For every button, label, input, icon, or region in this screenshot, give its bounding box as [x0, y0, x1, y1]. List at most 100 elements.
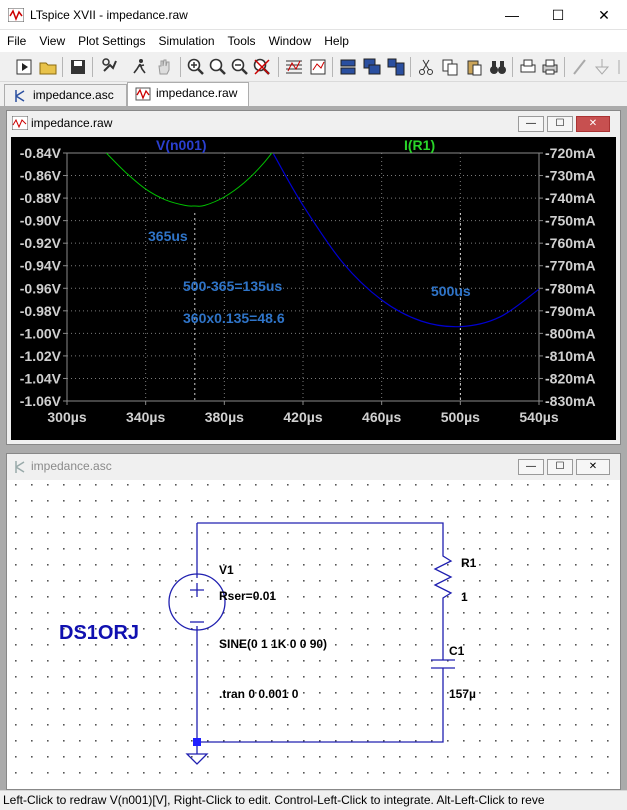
c1-value[interactable]: 157µ [449, 687, 476, 701]
y-right-tick-label: -750mA [545, 213, 596, 229]
menu-file[interactable]: File [0, 30, 32, 52]
tile-horizontal-icon[interactable] [338, 57, 358, 77]
schematic-icon [15, 90, 25, 102]
schematic-minimize-button[interactable]: — [518, 459, 544, 475]
plot-area[interactable]: -0.84V -0.86V -0.88V -0.90V -0.92V -0.94V -0.9… [11, 137, 616, 440]
y-right-tick-label: -780mA [545, 280, 596, 296]
window-title: LTspice XVII - impedance.raw [30, 8, 188, 22]
toolbar-separator [62, 57, 63, 77]
y-right-tick-label: -730mA [545, 168, 596, 184]
ltspice-app-icon [8, 8, 24, 22]
cut-icon[interactable] [416, 57, 436, 77]
run-icon[interactable] [14, 57, 34, 77]
toolbar-overflow-icon[interactable] [612, 57, 627, 77]
ground-node-square[interactable] [193, 738, 201, 746]
r1-value[interactable]: 1 [461, 590, 468, 604]
menu-help[interactable]: Help [317, 30, 355, 52]
plot-restore-button[interactable]: ☐ [547, 116, 573, 132]
schematic-window-titlebar: impedance.asc — ☐ ✕ [7, 454, 620, 480]
paste-icon[interactable] [464, 57, 484, 77]
y-right-tick-label: -770mA [545, 258, 596, 274]
y-left-tick-label: -1.00V [20, 325, 62, 341]
plot-minimize-button[interactable]: — [518, 116, 544, 132]
toolbar-separator [332, 57, 333, 77]
minimize-button[interactable]: — [489, 0, 535, 30]
y-left-tick-label: -0.92V [20, 235, 62, 251]
y-right-tick-label: -720mA [545, 145, 596, 161]
pan-hand-icon[interactable] [154, 57, 174, 77]
open-folder-icon[interactable] [38, 57, 58, 77]
c1-name[interactable]: C1 [449, 644, 465, 658]
annotation-difference: 500-365=135us [183, 278, 282, 294]
y-right-tick-label: -820mA [545, 370, 596, 386]
schematic-restore-button[interactable]: ☐ [547, 459, 573, 475]
schematic-icon [15, 461, 25, 473]
series-title-v-n001[interactable]: V(n001) [156, 137, 207, 153]
close-button[interactable]: ✕ [581, 0, 627, 30]
toolbar-separator [180, 57, 181, 77]
status-bar: Left-Click to redraw V(n001)[V], Right-C… [0, 790, 627, 810]
menu-window[interactable]: Window [262, 30, 318, 52]
v1-rser[interactable]: Rser=0.01 [219, 589, 276, 603]
waveform-icon [12, 116, 28, 130]
plot-close-button[interactable]: ✕ [576, 116, 610, 132]
tab-impedance-raw[interactable]: impedance.raw [127, 82, 249, 106]
x-tick-label: 300µs [47, 409, 86, 425]
ground-icon[interactable] [592, 57, 612, 77]
print-icon[interactable] [540, 57, 560, 77]
x-tick-label: 500µs [441, 409, 480, 425]
tile-vertical-icon[interactable] [386, 57, 406, 77]
series-title-i-r1[interactable]: I(R1) [404, 137, 435, 153]
menu-view[interactable]: View [32, 30, 71, 52]
menu-plot-settings[interactable]: Plot Settings [71, 30, 151, 52]
zoom-in-icon[interactable] [186, 57, 206, 77]
zoom-fit-icon[interactable] [208, 57, 228, 77]
zoom-cancel-icon[interactable] [252, 57, 272, 77]
save-icon[interactable] [68, 57, 88, 77]
menu-tools[interactable]: Tools [221, 30, 262, 52]
r1-name[interactable]: R1 [461, 556, 477, 570]
schematic-canvas[interactable]: V1 Rser=0.01 SINE(0 1 1K 0 0 90) .tran 0… [11, 480, 616, 787]
draw-wire-icon[interactable] [570, 57, 590, 77]
y-right-tick-label: -740mA [545, 190, 596, 206]
y-left-tick-label: -1.02V [20, 348, 62, 364]
y-left-tick-label: -0.84V [20, 145, 62, 161]
zoom-out-icon[interactable] [230, 57, 250, 77]
tran-directive[interactable]: .tran 0 0.001 0 [219, 687, 299, 701]
schematic-window: impedance.asc — ☐ ✕ V1 Rser=0.01 SINE(0 … [6, 453, 621, 790]
plot-window-title: impedance.raw [31, 116, 113, 130]
x-tick-label: 340µs [126, 409, 165, 425]
x-tick-label: 540µs [519, 409, 558, 425]
schematic-close-button[interactable]: ✕ [576, 459, 610, 475]
x-tick-label: 460µs [362, 409, 401, 425]
run-man-icon[interactable] [130, 57, 150, 77]
annotation-365us: 365us [148, 228, 188, 244]
toolbar-separator [410, 57, 411, 77]
v1-name[interactable]: V1 [219, 563, 234, 577]
cascade-icon[interactable] [362, 57, 382, 77]
plot-window-titlebar: impedance.raw — ☐ ✕ [7, 111, 620, 137]
y-left-tick-label: -0.88V [20, 190, 62, 206]
add-trace-icon[interactable] [308, 57, 328, 77]
y-left-tick-label: -0.98V [20, 303, 62, 319]
y-left-tick-label: -1.06V [20, 393, 62, 409]
menu-simulation[interactable]: Simulation [152, 30, 221, 52]
control-panel-icon[interactable] [100, 57, 120, 77]
v1-sine[interactable]: SINE(0 1 1K 0 0 90) [219, 637, 327, 651]
maximize-button[interactable]: ☐ [535, 0, 581, 30]
waveform-chart[interactable]: -0.84V -0.86V -0.88V -0.90V -0.92V -0.94V -0.9… [11, 137, 616, 440]
find-binoculars-icon[interactable] [488, 57, 508, 77]
y-right-tick-label: -790mA [545, 303, 596, 319]
y-right-tick-label: -760mA [545, 235, 596, 251]
annotation-500us: 500us [431, 283, 471, 299]
tab-label: impedance.raw [156, 86, 238, 100]
tab-label: impedance.asc [33, 88, 114, 102]
document-tabs: impedance.asc impedance.raw [0, 82, 627, 106]
window-titlebar: LTspice XVII - impedance.raw — ☐ ✕ [0, 0, 627, 30]
print-setup-icon[interactable] [518, 57, 538, 77]
autorange-icon[interactable] [284, 57, 304, 77]
plot-window: impedance.raw — ☐ ✕ -0.84V -0.86V -0.88V -0… [6, 110, 621, 445]
copy-icon[interactable] [440, 57, 460, 77]
tab-impedance-asc[interactable]: impedance.asc [4, 84, 127, 106]
y-left-tick-label: -0.94V [20, 258, 62, 274]
